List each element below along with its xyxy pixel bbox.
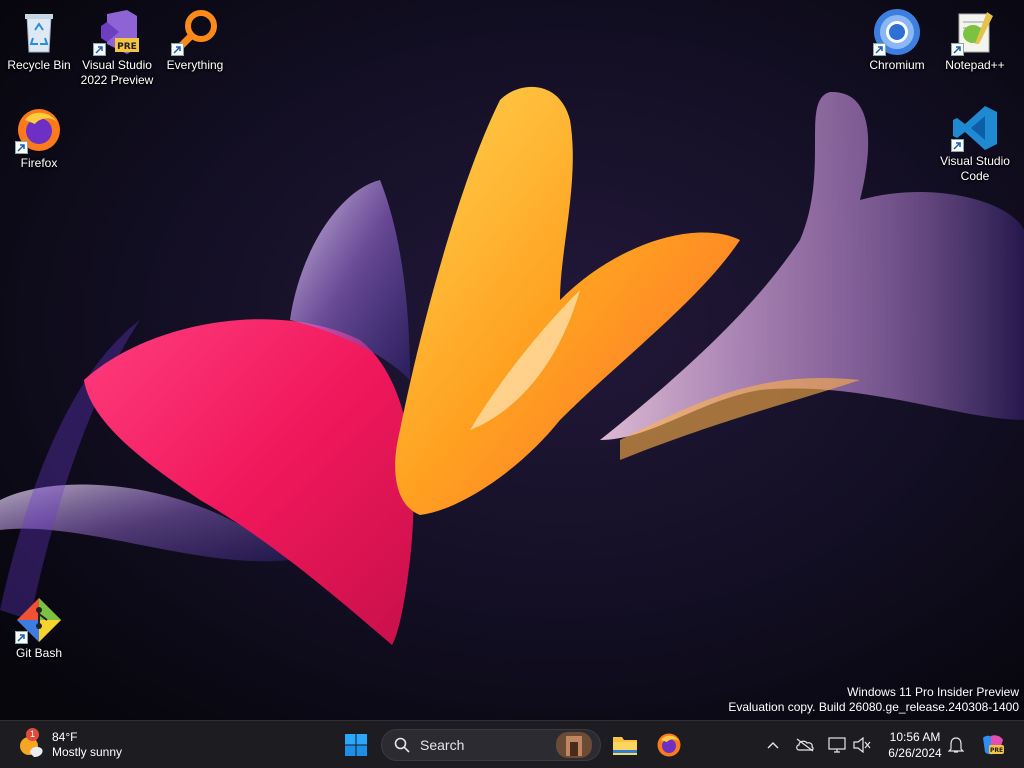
shortcut-arrow-icon <box>951 43 964 56</box>
search-icon <box>394 737 410 753</box>
desktop-icon-everything[interactable]: Everything <box>157 8 233 73</box>
desktop-icon-firefox[interactable]: Firefox <box>1 106 77 171</box>
file-explorer-icon <box>613 737 637 755</box>
taskbar-file-explorer[interactable] <box>605 725 645 765</box>
desktop-icon-label: Firefox <box>20 156 58 170</box>
desktop-icon-label: Git Bash <box>15 646 63 660</box>
desktop-icon-visual-studio-2022-preview[interactable]: PRE Visual Studio 2022 Preview <box>79 8 155 88</box>
desktop-icon-label: Notepad++ <box>945 58 1005 72</box>
desktop-icon-visual-studio-code[interactable]: Visual Studio Code <box>937 104 1013 184</box>
weather-condition: Mostly sunny <box>52 745 123 759</box>
shortcut-arrow-icon <box>15 631 28 644</box>
desktop-icon-git-bash[interactable]: Git Bash <box>1 596 77 661</box>
notifications-button[interactable] <box>945 733 967 757</box>
desktop-icon-label: Everything <box>166 58 224 72</box>
start-button[interactable] <box>336 725 376 765</box>
evaluation-watermark: Windows 11 Pro Insider Preview Evaluatio… <box>728 685 1019 715</box>
shortcut-arrow-icon <box>873 43 886 56</box>
svg-text:PRE: PRE <box>990 747 1003 754</box>
onedrive-offline-icon <box>796 738 814 752</box>
taskbar-firefox[interactable] <box>649 725 689 765</box>
recycle-bin-icon <box>15 8 63 56</box>
tray-volume[interactable] <box>851 733 873 757</box>
visual-studio-preview-icon: PRE <box>93 8 141 56</box>
taskbar: 1 84°F Mostly sunny Search 10:56 AM 6/26… <box>0 720 1024 768</box>
shortcut-arrow-icon <box>171 43 184 56</box>
watermark-build: Evaluation copy. Build 26080.ge_release.… <box>728 700 1019 714</box>
desktop-icon-label-line2: 2022 Preview <box>80 73 154 87</box>
taskbar-clock[interactable]: 10:56 AM 6/26/2024 <box>880 729 950 761</box>
notepad-plus-plus-icon <box>951 8 999 56</box>
vscode-icon <box>951 104 999 152</box>
display-icon <box>828 737 846 753</box>
shortcut-arrow-icon <box>15 141 28 154</box>
shortcut-arrow-icon <box>951 139 964 152</box>
desktop-wallpaper <box>0 0 1024 720</box>
desktop-icon-chromium[interactable]: Chromium <box>859 8 935 73</box>
desktop-icon-label: Visual Studio <box>940 154 1010 168</box>
copilot-icon: PRE <box>983 735 1004 755</box>
mute-icon <box>853 737 871 753</box>
bell-icon <box>948 737 964 753</box>
clock-time: 10:56 AM <box>889 730 941 744</box>
chromium-icon <box>873 8 921 56</box>
copilot-button[interactable]: PRE <box>978 733 1006 757</box>
chevron-up-icon <box>767 742 779 749</box>
desktop-icon-label: Recycle Bin <box>7 58 71 72</box>
everything-search-icon <box>171 8 219 56</box>
firefox-icon <box>15 106 63 154</box>
tray-onedrive[interactable] <box>794 733 816 757</box>
desktop-icon-recycle-bin[interactable]: Recycle Bin <box>1 8 77 73</box>
git-bash-icon <box>15 596 63 644</box>
search-highlight-image <box>556 732 592 758</box>
preview-badge: PRE <box>117 42 137 52</box>
search-label: Search <box>420 737 465 753</box>
firefox-icon <box>657 733 681 757</box>
desktop-icon-label-line2: Code <box>960 169 990 183</box>
weather-widget[interactable]: 1 84°F Mostly sunny <box>16 727 136 763</box>
shortcut-arrow-icon <box>93 43 106 56</box>
weather-temperature: 84°F <box>52 730 78 744</box>
clock-date: 6/26/2024 <box>888 746 942 760</box>
show-hidden-icons-button[interactable] <box>762 733 784 757</box>
watermark-edition: Windows 11 Pro Insider Preview <box>847 685 1019 699</box>
desktop-icon-notepad-plus-plus[interactable]: Notepad++ <box>937 8 1013 73</box>
taskbar-search-box[interactable]: Search <box>381 729 601 761</box>
weather-notification-badge: 1 <box>26 728 39 741</box>
weather-sun-icon: 1 <box>16 728 44 759</box>
windows-start-icon <box>345 734 367 756</box>
desktop-icon-label: Visual Studio <box>82 58 152 72</box>
tray-display[interactable] <box>826 733 848 757</box>
desktop-icon-label: Chromium <box>869 58 925 72</box>
